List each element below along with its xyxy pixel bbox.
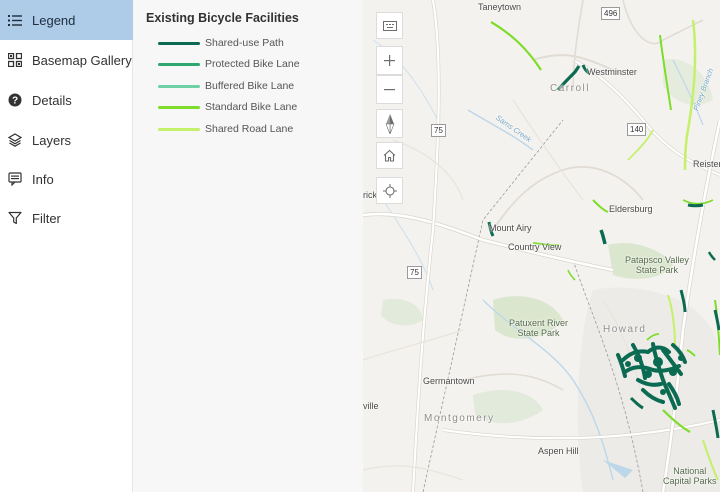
legend-item-shared-use-path: Shared-use Path (158, 36, 284, 50)
legend-item-protected-bike-lane: Protected Bike Lane (158, 57, 300, 71)
place-label: Westminster (587, 67, 637, 77)
sidebar: Legend Basemap Gallery ? Details Layers … (0, 0, 133, 492)
road (363, 329, 464, 361)
app: Legend Basemap Gallery ? Details Layers … (0, 0, 720, 492)
sidebar-item-label: Details (32, 92, 72, 108)
sidebar-item-label: Basemap Gallery (32, 52, 132, 68)
overview-map-button[interactable] (376, 12, 403, 39)
legend-item-standard-bike-lane: Standard Bike Lane (158, 100, 297, 114)
locate-icon (382, 183, 397, 198)
sidebar-item-layers[interactable]: Layers (0, 120, 133, 160)
overview-map-icon (382, 20, 397, 31)
county-label: Carroll (550, 83, 590, 94)
sidebar-item-info[interactable]: Info (0, 159, 133, 199)
route-shield: 75 (407, 266, 422, 279)
place-label: Reister (693, 159, 720, 169)
layers-icon (8, 133, 22, 147)
map-view[interactable]: 496 75 140 75 Taneytown Westminster Carr… (363, 0, 720, 492)
bike-lane-standard (592, 199, 609, 213)
info-icon (8, 172, 22, 186)
bike-path-shared-use (599, 229, 607, 245)
home-icon (383, 149, 396, 162)
svg-text:?: ? (12, 96, 18, 107)
bike-lane-standard (682, 199, 714, 205)
place-label: Mount Airy (489, 223, 532, 233)
sidebar-item-basemap-gallery[interactable]: Basemap Gallery (0, 40, 133, 80)
home-button[interactable] (376, 142, 403, 169)
plus-icon (384, 55, 395, 66)
legend-item-buffered-bike-lane: Buffered Bike Lane (158, 79, 294, 93)
sidebar-item-label: Filter (32, 210, 61, 226)
bike-path-shared-use (707, 251, 716, 261)
legend-label: Standard Bike Lane (205, 101, 298, 113)
sidebar-item-label: Legend (32, 12, 76, 28)
bike-lane-standard (490, 21, 542, 71)
place-label: ville (363, 401, 379, 411)
compass-button[interactable] (376, 109, 403, 138)
county-label: Montgomery (424, 413, 495, 424)
compass-icon (385, 113, 395, 134)
sidebar-item-legend[interactable]: Legend (0, 0, 133, 40)
legend-swatch (158, 84, 200, 88)
zoom-in-button[interactable] (376, 46, 403, 75)
legend-title: Existing Bicycle Facilities (146, 11, 299, 25)
legend-swatch (158, 41, 200, 45)
basemap-gallery-icon (8, 53, 22, 67)
park-area (381, 298, 423, 326)
park-label: Patuxent River State Park (509, 318, 569, 338)
road (512, 99, 584, 201)
legend-panel: Existing Bicycle Facilities Shared-use P… (133, 0, 363, 492)
road (492, 165, 644, 231)
sidebar-item-details[interactable]: ? Details (0, 80, 133, 120)
park-label: National Capital Parks (663, 466, 717, 486)
bike-path-shared-use (687, 203, 704, 208)
legend-label: Shared-use Path (205, 37, 284, 49)
place-label: Country View (508, 242, 562, 252)
route-shield: 140 (627, 123, 647, 136)
legend-icon (8, 13, 22, 27)
route-shield: 75 (431, 124, 446, 137)
legend-label: Protected Bike Lane (205, 58, 300, 70)
place-label: Aspen Hill (538, 446, 579, 456)
legend-label: Shared Road Lane (205, 123, 294, 135)
place-label: Taneytown (478, 2, 522, 12)
sidebar-item-label: Info (32, 171, 54, 187)
filter-icon (8, 211, 22, 225)
place-label: rick (363, 190, 377, 200)
legend-item-shared-road-lane: Shared Road Lane (158, 122, 293, 136)
road (572, 0, 584, 91)
road (622, 0, 704, 45)
details-icon: ? (8, 93, 22, 107)
road (392, 139, 464, 201)
minus-icon (384, 88, 395, 91)
urban-area (577, 287, 720, 492)
legend-swatch (158, 62, 200, 66)
legend-swatch (158, 105, 200, 109)
route-shield: 496 (601, 7, 621, 20)
bike-path-shared-use (713, 309, 720, 331)
sidebar-item-label: Layers (32, 132, 72, 148)
zoom-out-button[interactable] (376, 75, 403, 104)
locate-button[interactable] (376, 177, 403, 204)
sidebar-item-filter[interactable]: Filter (0, 198, 133, 238)
legend-swatch (158, 127, 200, 131)
place-label: Eldersburg (609, 204, 653, 214)
place-label: Germantown (423, 376, 475, 386)
park-label: Patapsco Valley State Park (625, 255, 689, 275)
bike-lane-standard (567, 269, 576, 281)
road (462, 373, 564, 391)
legend-label: Buffered Bike Lane (205, 80, 295, 92)
county-label: Howard (603, 324, 647, 335)
